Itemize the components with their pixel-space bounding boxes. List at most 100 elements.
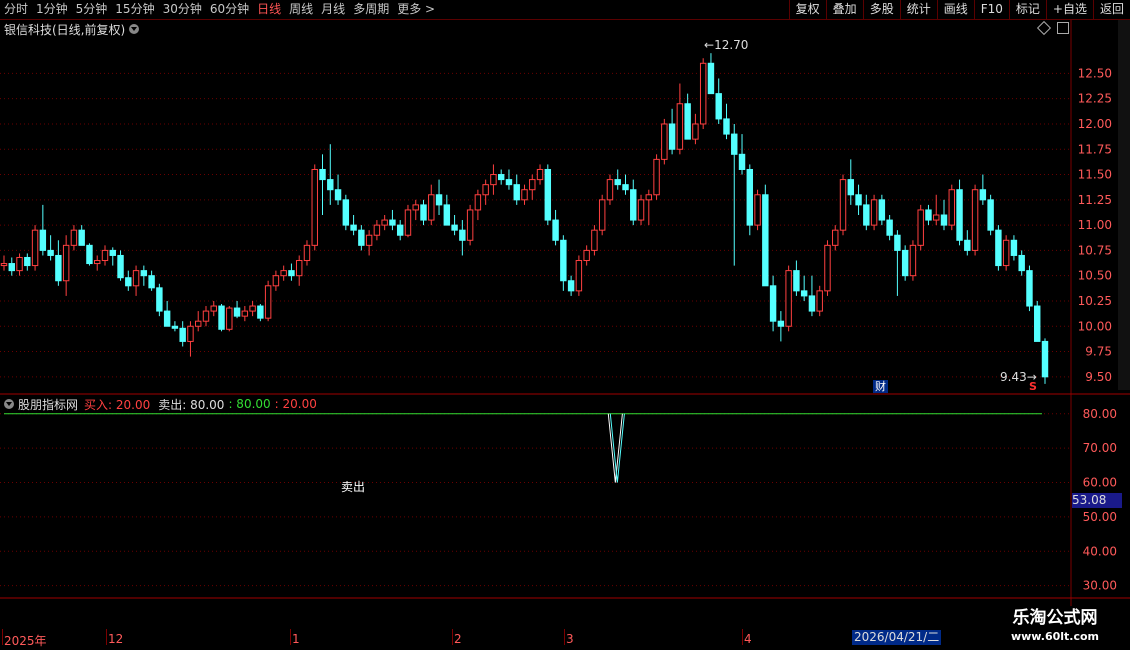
date-axis-label: 2025年 [4, 634, 47, 648]
candle-body [62, 244, 70, 282]
candle-body [94, 260, 101, 265]
indicator-tick-label: 60.00 [1083, 476, 1117, 490]
date-axis[interactable] [0, 626, 1130, 650]
candle-body [832, 229, 839, 246]
candle-body [661, 123, 668, 160]
indicator-tick-label: 40.00 [1083, 544, 1117, 558]
candle-body [886, 219, 893, 236]
candle-body [1010, 239, 1018, 256]
candle-body [319, 168, 326, 181]
candle-body [505, 179, 513, 186]
candle-body [971, 189, 979, 251]
candle-body [544, 168, 552, 221]
candle-body [933, 214, 940, 221]
candle-body [194, 320, 202, 327]
candle-body [39, 229, 47, 251]
candle-body [536, 168, 544, 181]
candle-body [420, 204, 427, 221]
candle-body [8, 263, 15, 272]
date-tick [452, 629, 453, 645]
high-price-label: ←12.70 [704, 38, 749, 52]
candle-body [723, 118, 730, 135]
indicator-title-row: 股朋指标网 买入: 20.00 卖出: 80.00 : 80.00 : 20.0… [2, 396, 317, 412]
candle-body [381, 219, 388, 226]
candle-body [272, 275, 280, 287]
candle-body [55, 254, 62, 282]
candle-body [800, 290, 808, 297]
price-tick-label: 11.00 [1078, 218, 1112, 232]
indicator-value-3: : 80.00 [228, 397, 271, 411]
candle-body [1026, 270, 1033, 307]
candle-body [303, 244, 311, 262]
candle-body [909, 244, 917, 277]
date-tick [106, 629, 107, 645]
candle-body [396, 224, 404, 236]
price-tick-label: 10.50 [1078, 269, 1112, 283]
candle-body [443, 204, 451, 226]
candle-body [769, 285, 777, 322]
candle-body [622, 184, 629, 191]
candle-body [47, 249, 54, 256]
candle-body [389, 219, 396, 226]
candle-body [606, 179, 614, 201]
date-axis-label: 12 [108, 632, 124, 646]
candle-body [987, 199, 994, 231]
candle-body [793, 270, 800, 292]
candle-body [412, 204, 419, 211]
price-tick-label: 11.75 [1078, 142, 1112, 156]
candle-body [435, 194, 443, 206]
price-tick-label: 10.25 [1078, 294, 1112, 308]
candle-body [264, 285, 272, 319]
candle-body [785, 270, 792, 327]
candle-body [855, 194, 862, 206]
candle-body [404, 209, 412, 236]
candle-body [824, 244, 831, 292]
price-tick-label: 11.25 [1078, 193, 1112, 207]
candle-body [451, 224, 458, 231]
candle-body [140, 270, 148, 277]
candle-body [78, 229, 85, 246]
candle-body [692, 123, 699, 140]
indicator-value-4: : 20.00 [274, 397, 317, 411]
candle-body [699, 62, 707, 125]
candle-body [70, 229, 78, 246]
candle-body [521, 189, 528, 201]
candle-body [707, 62, 715, 95]
price-tick-label: 12.50 [1078, 66, 1112, 80]
price-tick-label: 9.75 [1085, 345, 1112, 359]
price-tick-label: 10.75 [1078, 243, 1112, 257]
candle-body [637, 199, 645, 221]
candlestick-chart[interactable]: 12.50 12.25 12.00 11.75 11.50 11.25 11.00 10.75… [0, 0, 1130, 626]
price-tick-label: 11.50 [1078, 168, 1112, 182]
finance-marker[interactable]: 财 [873, 380, 888, 393]
candle-body [847, 179, 855, 196]
candle-body [1018, 254, 1025, 272]
candle-body [738, 153, 746, 170]
candle-body [24, 256, 31, 267]
candle-body [459, 229, 466, 241]
indicator-tick-label: 70.00 [1083, 441, 1117, 455]
candle-body [1041, 340, 1049, 378]
indicator-sell-value: 卖出: 80.00 [158, 397, 225, 412]
candle-body [513, 184, 520, 201]
candle-body [762, 194, 769, 287]
candle-body [358, 229, 365, 246]
chevron-down-icon[interactable] [4, 399, 14, 409]
candle-body [940, 214, 948, 226]
indicator-buy-value: 买入: 20.00 [84, 397, 151, 412]
candle-body [218, 305, 225, 330]
candle-body [428, 194, 435, 221]
candle-body [171, 325, 179, 329]
price-tick-label: 9.50 [1085, 370, 1112, 384]
indicator-tick-label: 30.00 [1083, 579, 1117, 593]
candle-body [575, 260, 583, 292]
candle-body [125, 277, 132, 287]
price-tick-label: 10.00 [1078, 319, 1112, 333]
candle-body [249, 305, 256, 312]
candle-body [591, 229, 598, 251]
candle-body [583, 249, 590, 262]
candle-body [497, 174, 505, 181]
candle-body [187, 325, 194, 342]
candle-body [816, 290, 823, 312]
candle-body [241, 310, 249, 317]
